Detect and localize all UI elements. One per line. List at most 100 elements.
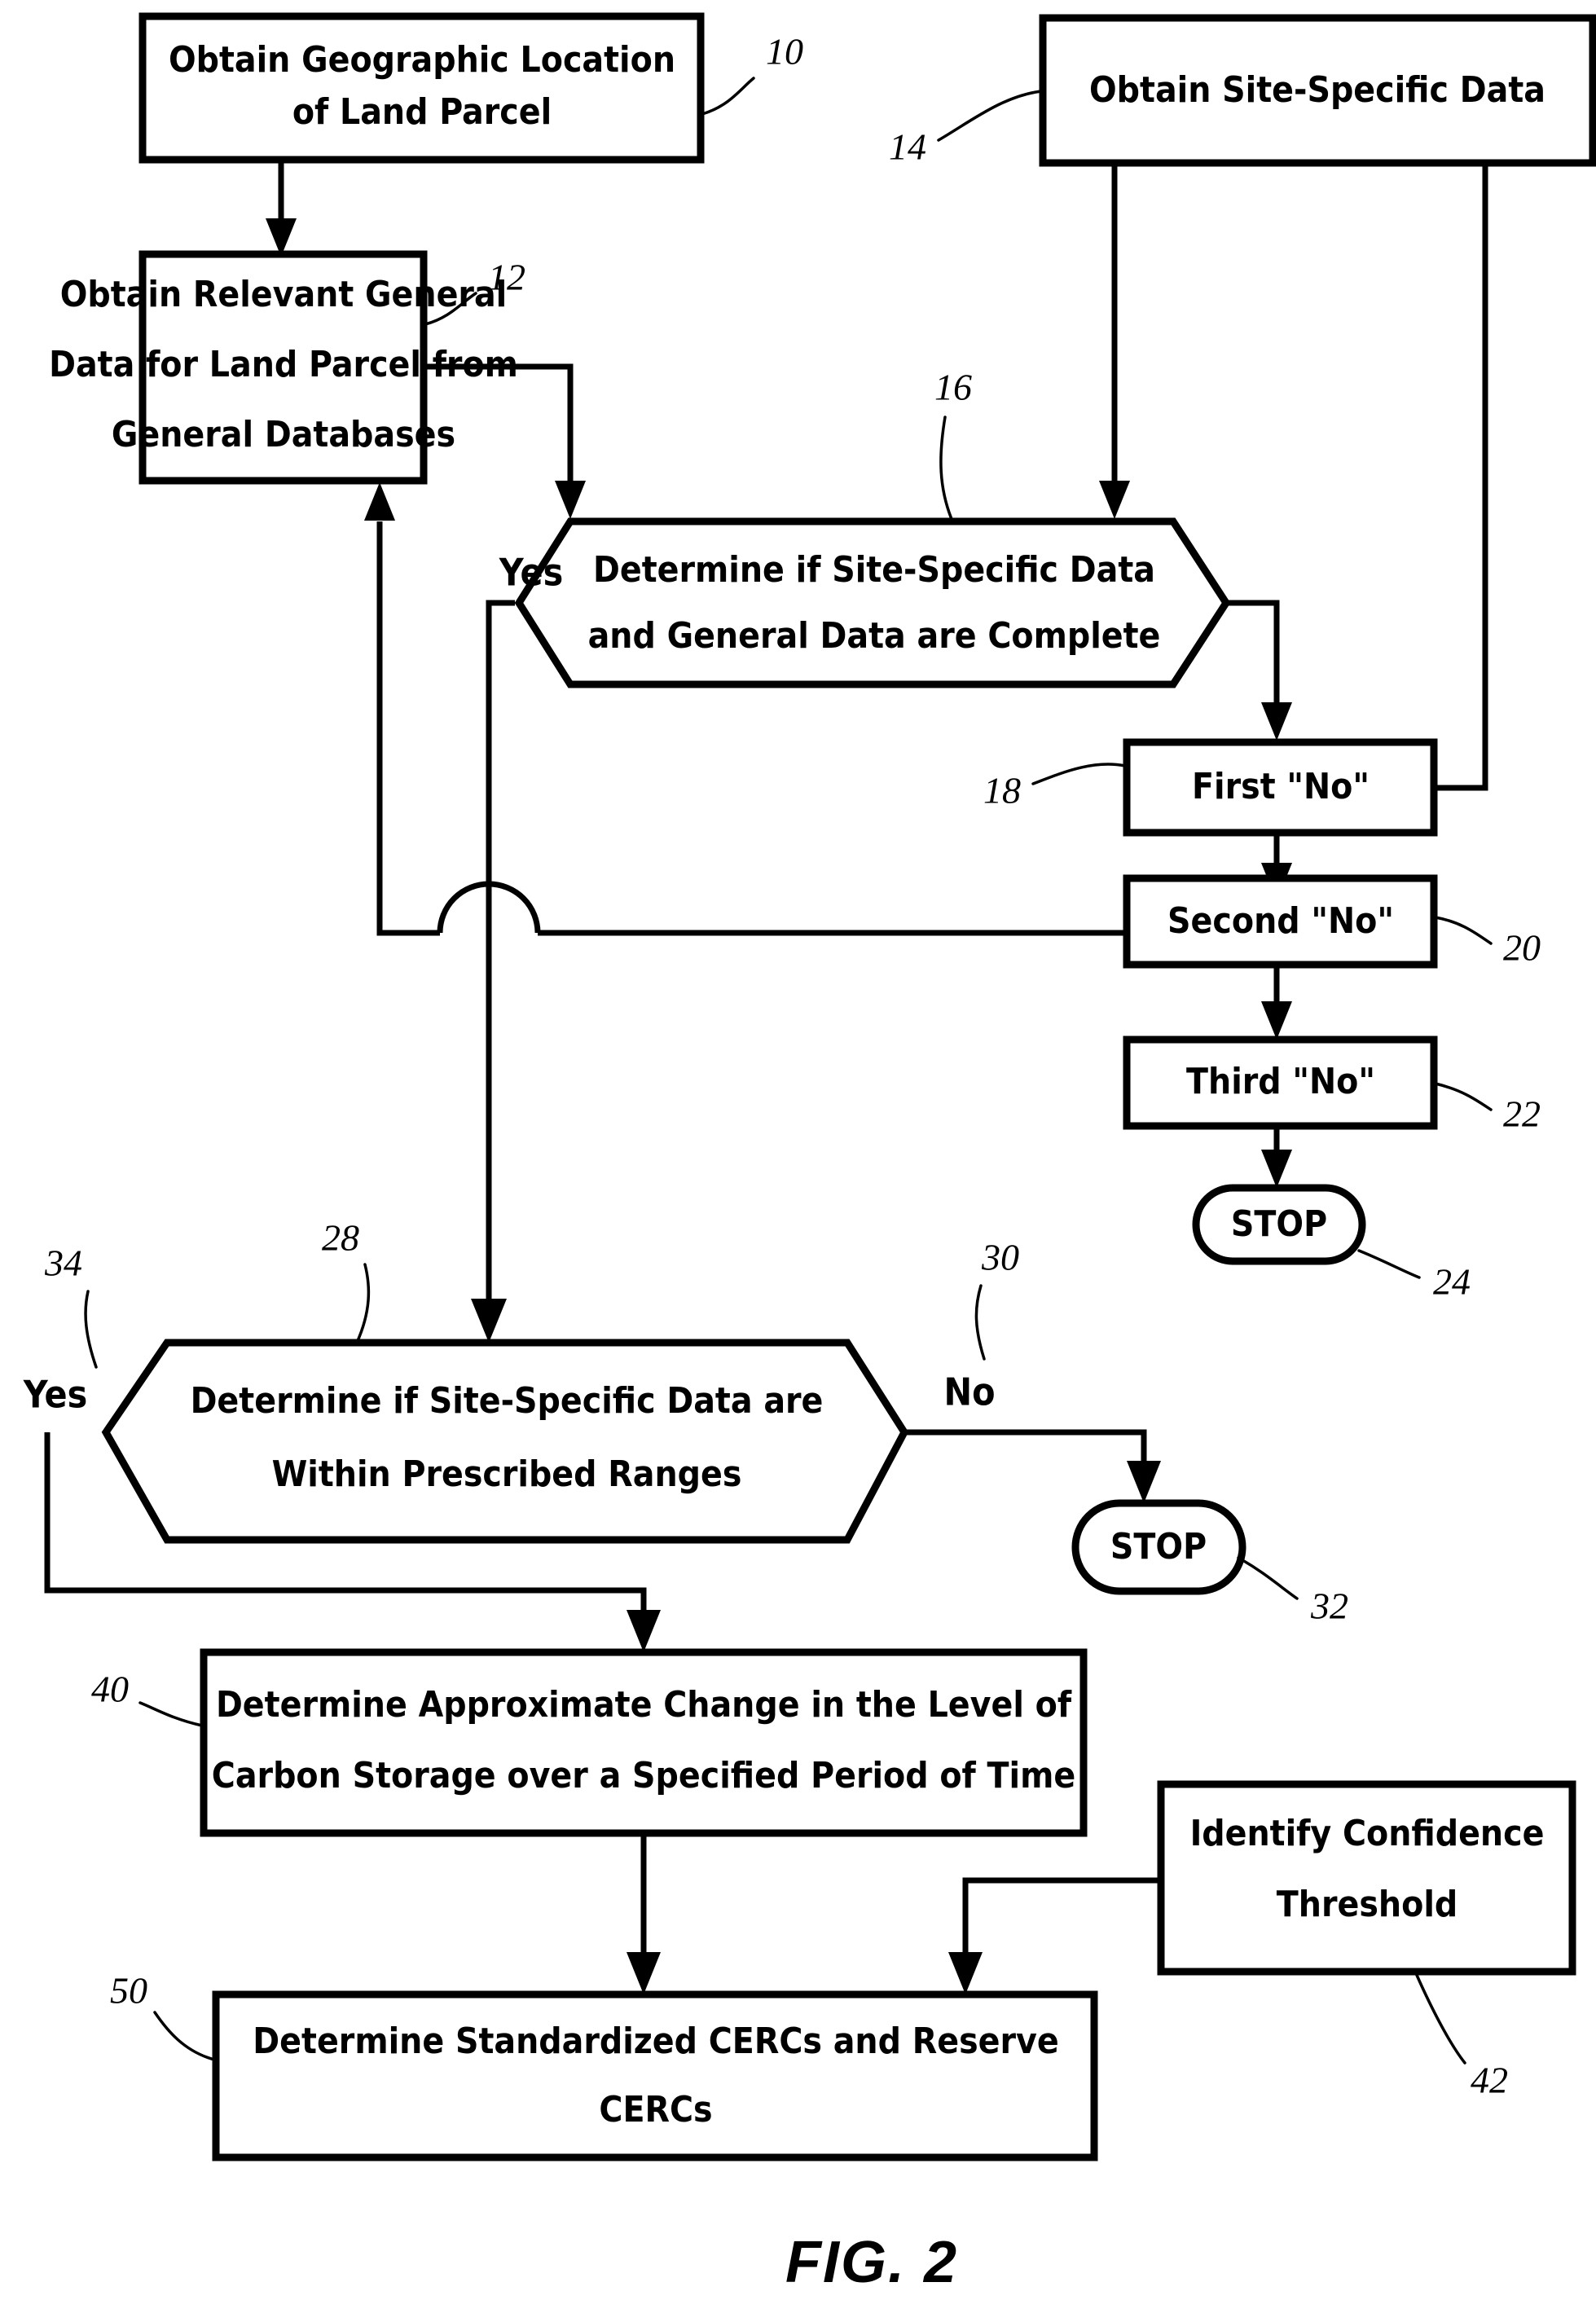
node-14-obtain-site-specific-data[interactable]: Obtain Site-Specific Data bbox=[1039, 14, 1596, 167]
node-40-determine-approximate-change[interactable]: Determine Approximate Change in the Leve… bbox=[200, 1648, 1088, 1837]
ref-numeral-50: 50 bbox=[110, 1970, 216, 2061]
ref-numeral-16: 16 bbox=[934, 367, 972, 525]
node-16-hexagon[interactable] bbox=[514, 517, 1231, 688]
ref-30-label: 30 bbox=[981, 1237, 1019, 1278]
ref-20-label: 20 bbox=[1503, 927, 1541, 969]
ref-numeral-42: 42 bbox=[1414, 1972, 1508, 2101]
ref-numeral-28: 28 bbox=[322, 1217, 371, 1344]
ref-numeral-24: 24 bbox=[1357, 1249, 1471, 1303]
connector-16-yes-to-28 bbox=[486, 600, 515, 1312]
node-50-box[interactable] bbox=[212, 1990, 1098, 2161]
connector-16-no-to-18 bbox=[1226, 600, 1280, 717]
ref-28-label: 28 bbox=[322, 1217, 359, 1259]
ref-50-lead-line bbox=[153, 2011, 216, 2061]
arrowhead-22-to-24 bbox=[1261, 1150, 1292, 1188]
ref-numeral-10: 10 bbox=[701, 31, 803, 116]
ref-32-lead-line bbox=[1237, 1556, 1299, 1600]
ref-30-lead-line bbox=[974, 1284, 986, 1361]
node-10-line-2: of Land Parcel bbox=[292, 91, 552, 133]
arrowhead-14-to-16 bbox=[1099, 481, 1130, 519]
connector-28-no-to-32 bbox=[904, 1429, 1147, 1471]
arrowhead-feedback-to-12 bbox=[364, 482, 395, 521]
node-10-obtain-geographic-location[interactable]: Obtain Geographic Location of Land Parce… bbox=[138, 12, 705, 164]
ref-20-lead-line bbox=[1434, 916, 1493, 945]
node-40-box[interactable] bbox=[200, 1648, 1088, 1837]
node-16-line-1: Determine if Site-Specific Data bbox=[593, 549, 1155, 591]
ref-16-label: 16 bbox=[934, 367, 972, 408]
node-50-determine-standardized-cercs[interactable]: Determine Standardized CERCs and Reserve… bbox=[212, 1990, 1098, 2161]
arrowhead-28-no-to-32 bbox=[1127, 1461, 1161, 1503]
branch-label-yes-16: Yes bbox=[499, 551, 563, 595]
ref-28-lead-line bbox=[355, 1263, 371, 1344]
ref-numeral-40: 40 bbox=[91, 1669, 204, 1727]
node-24-stop-terminator[interactable]: STOP bbox=[1192, 1184, 1366, 1265]
ref-14-label: 14 bbox=[889, 126, 926, 168]
node-28-line-2: Within Prescribed Ranges bbox=[272, 1453, 742, 1495]
ref-numeral-34: 34 bbox=[44, 1242, 98, 1369]
node-10-box[interactable] bbox=[138, 12, 705, 164]
arrowhead-40-to-50 bbox=[627, 1952, 661, 1994]
arrowhead-16-to-18 bbox=[1261, 702, 1292, 741]
node-12-line-2: Data for Land Parcel from bbox=[49, 344, 518, 385]
node-32-stop-terminator[interactable]: STOP bbox=[1071, 1499, 1246, 1595]
node-20-second-no[interactable]: Second "No" bbox=[1123, 874, 1438, 969]
node-28-hexagon[interactable] bbox=[101, 1339, 909, 1544]
ref-34-lead-line bbox=[84, 1290, 98, 1369]
node-28-determine-within-prescribed-ranges[interactable]: Determine if Site-Specific Data are With… bbox=[101, 1339, 909, 1544]
figure-caption: FIG. 2 bbox=[785, 2230, 958, 2295]
ref-22-label: 22 bbox=[1503, 1093, 1541, 1135]
branch-label-no-28: No bbox=[943, 1370, 995, 1414]
ref-32-label: 32 bbox=[1310, 1585, 1348, 1627]
ref-16-lead-line bbox=[939, 416, 955, 525]
connector-20-feedback-to-12-left bbox=[376, 521, 440, 936]
flowchart-canvas: Obtain Geographic Location of Land Parce… bbox=[23, 12, 1596, 2295]
node-42-identify-confidence-threshold[interactable]: Identify Confidence Threshold bbox=[1157, 1780, 1576, 1976]
node-50-line-1: Determine Standardized CERCs and Reserve bbox=[253, 2021, 1058, 2062]
ref-40-lead-line bbox=[138, 1701, 204, 1727]
arrowhead-16-yes-to-28 bbox=[471, 1299, 507, 1343]
ref-10-lead-line bbox=[701, 77, 755, 116]
node-16-line-2: and General Data are Complete bbox=[588, 615, 1161, 657]
node-12-line-1: Obtain Relevant General bbox=[60, 274, 507, 315]
node-50-line-2: CERCs bbox=[599, 2089, 712, 2131]
ref-numeral-18: 18 bbox=[983, 763, 1127, 811]
ref-18-lead-line bbox=[1031, 763, 1127, 785]
node-42-line-2: Threshold bbox=[1277, 1884, 1458, 1925]
ref-12-label: 12 bbox=[488, 257, 525, 298]
branch-label-yes-28: Yes bbox=[23, 1373, 87, 1417]
ref-22-lead-line bbox=[1434, 1082, 1493, 1111]
node-40-line-2: Carbon Storage over a Specified Period o… bbox=[212, 1755, 1075, 1796]
node-22-third-no[interactable]: Third "No" bbox=[1123, 1036, 1438, 1130]
ref-50-label: 50 bbox=[110, 1970, 147, 2012]
arrowhead-28-yes-to-40 bbox=[627, 1610, 661, 1652]
node-32-line-1: STOP bbox=[1110, 1526, 1207, 1568]
ref-numeral-32: 32 bbox=[1237, 1556, 1348, 1627]
ref-40-label: 40 bbox=[91, 1669, 129, 1710]
node-18-line-1: First "No" bbox=[1192, 766, 1370, 807]
connector-42-to-50 bbox=[962, 1877, 1161, 1965]
node-18-first-no[interactable]: First "No" bbox=[1123, 738, 1438, 837]
node-16-determine-data-complete[interactable]: Determine if Site-Specific Data and Gene… bbox=[514, 517, 1231, 688]
ref-numeral-14: 14 bbox=[889, 90, 1043, 168]
arrowhead-42-to-50 bbox=[948, 1952, 983, 1994]
ref-34-label: 34 bbox=[44, 1242, 82, 1284]
arrowhead-12-to-16 bbox=[555, 481, 586, 519]
ref-24-label: 24 bbox=[1433, 1261, 1471, 1303]
node-28-line-1: Determine if Site-Specific Data are bbox=[191, 1380, 824, 1422]
ref-42-lead-line bbox=[1414, 1972, 1466, 2065]
ref-42-label: 42 bbox=[1471, 2060, 1508, 2101]
connector-14-to-18 bbox=[1434, 163, 1488, 791]
ref-numeral-20: 20 bbox=[1434, 916, 1541, 969]
arrowhead-20-to-22 bbox=[1261, 1001, 1292, 1040]
node-42-line-1: Identify Confidence bbox=[1190, 1813, 1545, 1854]
patent-figure-2: Obtain Geographic Location of Land Parce… bbox=[0, 0, 1596, 2313]
ref-24-lead-line bbox=[1357, 1249, 1421, 1279]
node-10-line-1: Obtain Geographic Location bbox=[169, 39, 675, 81]
node-20-line-1: Second "No" bbox=[1167, 900, 1394, 942]
node-14-line-1: Obtain Site-Specific Data bbox=[1089, 69, 1545, 111]
ref-numeral-30: 30 bbox=[974, 1237, 1019, 1361]
ref-numeral-22: 22 bbox=[1434, 1082, 1541, 1135]
node-12-obtain-relevant-general-data[interactable]: Obtain Relevant General Data for Land Pa… bbox=[49, 250, 518, 485]
node-24-line-1: STOP bbox=[1231, 1203, 1327, 1245]
node-40-line-1: Determine Approximate Change in the Leve… bbox=[216, 1684, 1072, 1726]
